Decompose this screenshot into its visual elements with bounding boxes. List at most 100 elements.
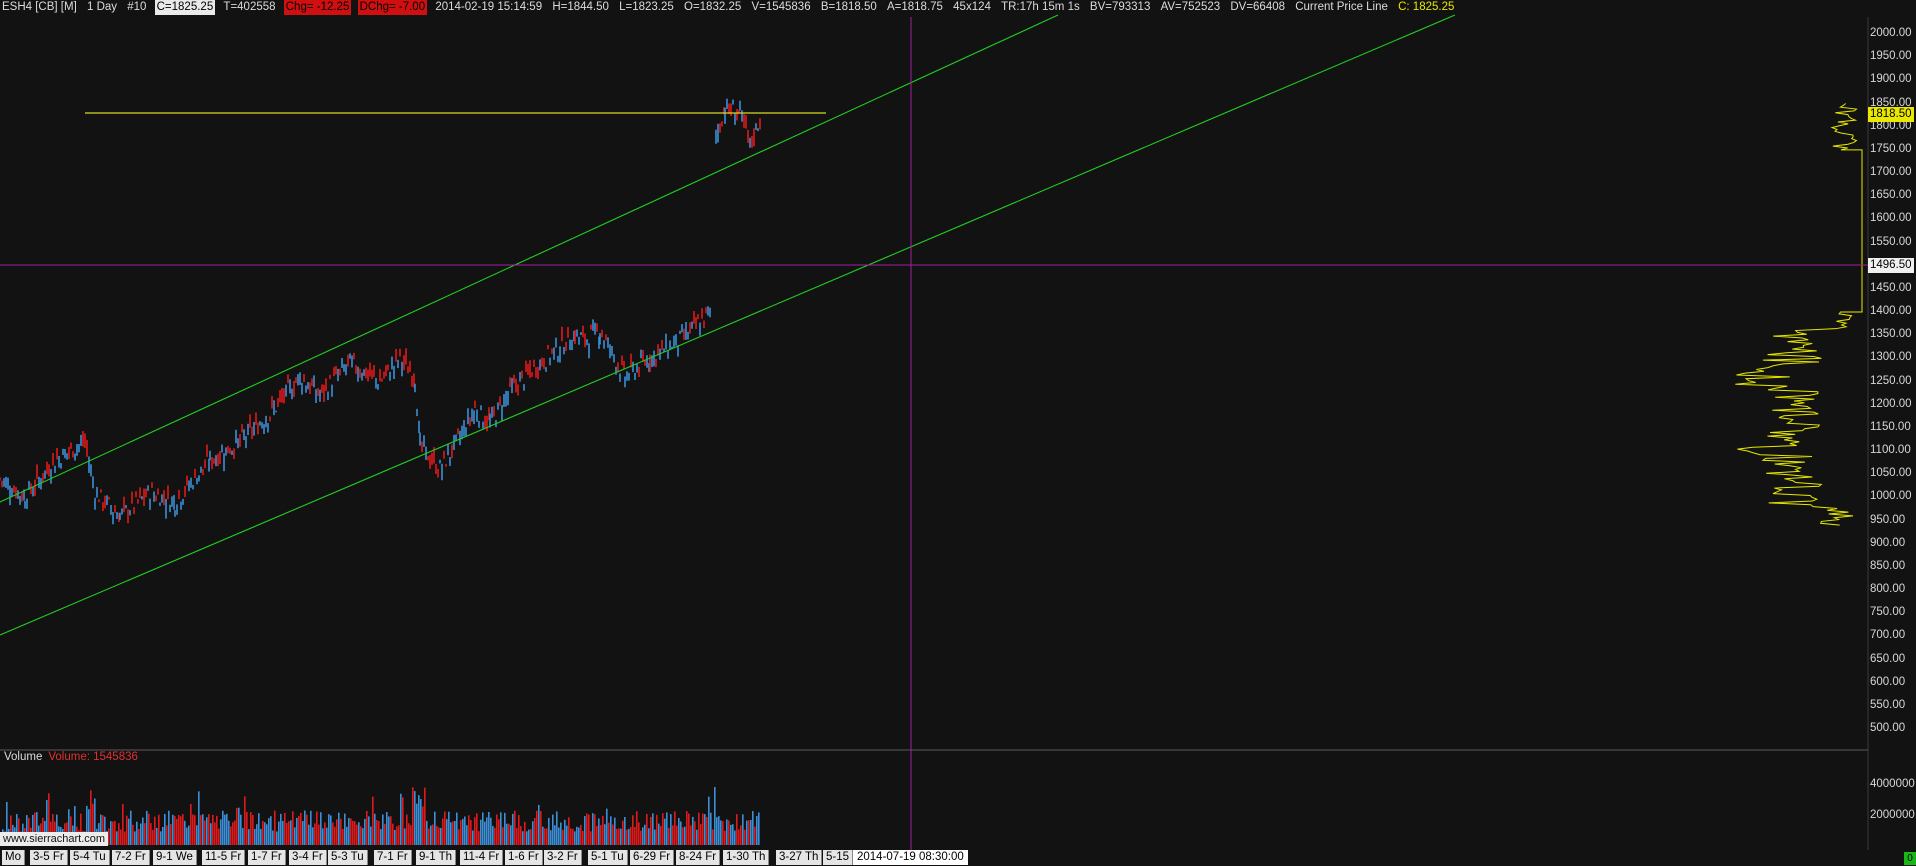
current-price-tag: 1818.50: [1868, 107, 1914, 122]
price-axis-label: 800.00: [1870, 583, 1906, 595]
volume-bar: [188, 825, 190, 845]
volume-bar: [176, 818, 178, 845]
volume-bar: [118, 823, 120, 845]
volume-bar: [154, 816, 156, 845]
volume-bar: [648, 828, 650, 845]
volume-bar: [300, 812, 302, 845]
volume-bar: [304, 810, 306, 845]
volume-bar: [512, 813, 514, 845]
volume-bar: [518, 815, 520, 845]
volume-bar: [608, 822, 610, 845]
price-axis-label: 1600.00: [1870, 212, 1912, 225]
volume-bar: [664, 818, 666, 845]
volume-bar: [382, 814, 384, 845]
volume-bar: [202, 814, 204, 845]
volume-bar: [442, 818, 444, 845]
chart-header: ESH4 [CB] [M] 1 Day #10 C=1825.25 T=4025…: [0, 0, 1870, 17]
volume-bar: [370, 826, 372, 845]
volume-bar: [540, 811, 542, 845]
volume-bar: [254, 828, 256, 845]
volume-bar: [226, 813, 228, 845]
time-axis-label: Mo: [2, 850, 25, 865]
volume-bar: [242, 828, 244, 845]
volume-bar: [416, 803, 418, 845]
volume-bar: [210, 823, 212, 845]
volume-bar: [270, 816, 272, 845]
volume-bar: [602, 815, 604, 845]
time-remaining-value: TR:17h 15m 1s: [1001, 1, 1080, 13]
symbol-label[interactable]: ESH4 [CB] [M]: [0, 0, 79, 15]
volume-bar: [454, 821, 456, 845]
volume-bar: [120, 829, 122, 845]
volume-bar: [458, 829, 460, 845]
time-axis[interactable]: 2014-07-19 08:30:00 Mo 3-5 Fr 5-4 Tu 7-2 Fr…: [0, 850, 1916, 866]
close-value: C=1825.25: [154, 0, 216, 15]
price-axis-label: 900.00: [1870, 536, 1906, 549]
volume-bar: [632, 815, 634, 845]
volume-bar: [360, 826, 362, 845]
chart-window[interactable]: ESH4 [CB] [M] 1 Day #10 C=1825.25 T=4025…: [0, 0, 1916, 866]
price-chart[interactable]: [0, 0, 1916, 866]
volume-bar: [236, 808, 238, 845]
volume-bar: [312, 827, 314, 845]
volume-bar: [566, 825, 568, 845]
volume-bar: [430, 825, 432, 845]
volume-bar: [616, 828, 618, 845]
price-axis-label: 1900.00: [1870, 73, 1912, 86]
volume-bar: [260, 828, 262, 845]
volume-bar: [410, 825, 412, 845]
volume-bar: [292, 811, 294, 845]
volume-bar: [200, 815, 202, 845]
volume-bar: [490, 817, 492, 845]
volume-bar: [256, 824, 258, 845]
volume-bar: [622, 820, 624, 845]
volume-bar: [472, 830, 474, 845]
volume-bar: [438, 827, 440, 845]
volume-bar: [422, 806, 424, 845]
volume-bar: [468, 815, 470, 845]
volume-bar: [734, 830, 736, 845]
price-axis-label: 1700.00: [1870, 166, 1912, 178]
volume-bar: [564, 819, 566, 845]
volume-bar: [332, 822, 334, 845]
timeframe-label[interactable]: 1 Day: [85, 0, 119, 15]
crosshair-datetime-tag: 2014-07-19 08:30:00: [853, 850, 968, 865]
volume-bar: [396, 826, 398, 845]
volume-bar: [150, 823, 152, 845]
volume-bar: [174, 815, 176, 845]
price-axis-label: 1150.00: [1870, 420, 1911, 433]
volume-bar: [316, 811, 318, 845]
volume-bar: [486, 817, 488, 845]
trendline-upper[interactable]: [0, 14, 1059, 503]
volume-bar: [560, 822, 562, 845]
volume-bar: [644, 824, 646, 845]
volume-bar: [584, 816, 586, 845]
volume-bar: [504, 812, 506, 845]
volume-bar: [142, 817, 144, 845]
volume-bar: [538, 804, 540, 845]
volume-bar: [358, 822, 360, 845]
time-axis-label: 3-5 Fr: [30, 850, 68, 865]
volume-bar: [296, 817, 298, 845]
volume-bar: [736, 814, 738, 845]
volume-bar: [494, 827, 496, 845]
bid-volume-value: BV=793313: [1089, 1, 1151, 13]
volume-bar: [390, 816, 392, 845]
volume-bar: [136, 821, 138, 845]
volume-bar: [132, 824, 134, 845]
crosshair-price-tag: 1496.50: [1868, 258, 1914, 273]
volume-bar: [114, 820, 116, 845]
volume-bar: [478, 831, 480, 845]
volume-bar: [532, 821, 534, 845]
volume-bar: [116, 831, 118, 845]
volume-bar: [630, 827, 632, 845]
volume-bar: [412, 787, 414, 845]
volume-bar: [272, 830, 274, 845]
volume-bar: [294, 827, 296, 845]
volume-bar: [340, 818, 342, 845]
volume-bar: [320, 812, 322, 845]
volume-bar: [314, 823, 316, 845]
volume-bar: [528, 829, 530, 845]
volume-bar: [696, 829, 698, 845]
volume-bar: [506, 823, 508, 845]
